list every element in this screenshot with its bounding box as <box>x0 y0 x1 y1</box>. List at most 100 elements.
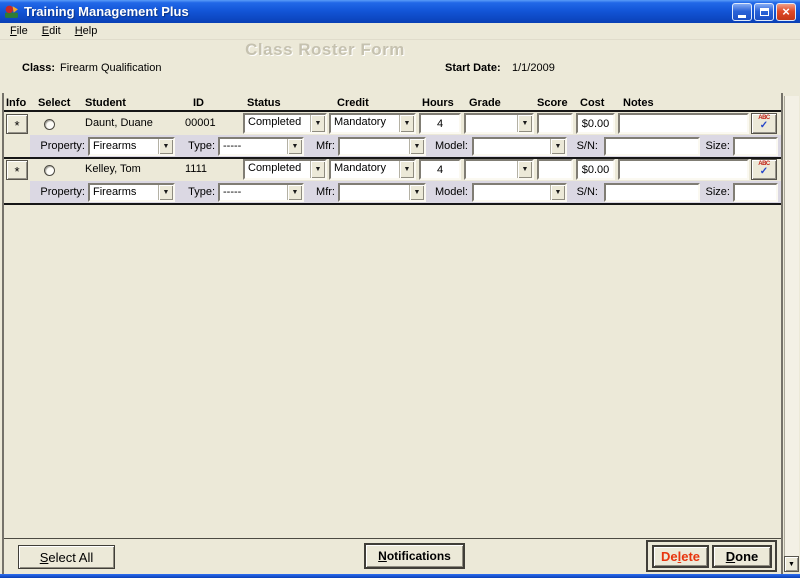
maximize-button[interactable] <box>754 3 774 21</box>
info-button[interactable]: * <box>6 160 28 180</box>
grade-combobox[interactable]: ▼ <box>464 113 534 134</box>
property-value: Firearms <box>90 185 158 200</box>
mfr-combobox[interactable]: ▼ <box>338 183 426 202</box>
model-label: Model: <box>428 140 468 152</box>
model-combobox[interactable]: ▼ <box>472 183 567 202</box>
select-radio[interactable] <box>44 165 55 176</box>
close-icon: × <box>782 4 790 19</box>
window-bottom-border <box>0 574 800 578</box>
form-heading: Class Roster Form <box>225 40 425 60</box>
application-window: Training Management Plus × File Edit Hel… <box>0 0 800 578</box>
spellcheck-button[interactable]: ABC ✓ <box>751 113 777 134</box>
title-bar: Training Management Plus × <box>0 0 800 23</box>
column-header-select: Select <box>38 97 70 109</box>
menu-item-edit[interactable]: Edit <box>35 24 68 38</box>
dropdown-arrow-icon[interactable]: ▼ <box>409 185 424 200</box>
type-value: ----- <box>220 185 287 200</box>
select-radio[interactable] <box>44 119 55 130</box>
type-combobox[interactable]: ----- ▼ <box>218 137 304 156</box>
dropdown-arrow-icon[interactable]: ▼ <box>158 139 173 154</box>
dropdown-arrow-icon[interactable]: ▼ <box>287 185 302 200</box>
score-input[interactable] <box>537 159 573 180</box>
delete-button[interactable]: Delete <box>652 545 709 568</box>
student-name: Kelley, Tom <box>85 163 141 175</box>
notifications-button[interactable]: Notifications <box>364 543 465 569</box>
dropdown-arrow-icon[interactable]: ▼ <box>399 161 414 178</box>
scroll-down-button[interactable]: ▼ <box>784 556 799 572</box>
dropdown-arrow-icon[interactable]: ▼ <box>517 115 532 132</box>
size-input[interactable] <box>733 137 778 156</box>
type-value: ----- <box>220 139 287 154</box>
cost-input[interactable] <box>576 113 615 134</box>
header-separator <box>4 110 781 112</box>
score-input[interactable] <box>537 113 573 134</box>
notes-input[interactable] <box>618 113 749 134</box>
dropdown-arrow-icon[interactable]: ▼ <box>550 139 565 154</box>
property-combobox[interactable]: Firearms ▼ <box>88 137 175 156</box>
notes-input[interactable] <box>618 159 749 180</box>
dropdown-arrow-icon[interactable]: ▼ <box>409 139 424 154</box>
app-icon <box>4 4 19 19</box>
type-label: Type: <box>183 186 215 198</box>
size-label: Size: <box>702 186 730 198</box>
status-combobox[interactable]: Completed ▼ <box>243 159 327 180</box>
dropdown-arrow-icon[interactable]: ▼ <box>310 161 325 178</box>
model-value <box>474 185 550 200</box>
credit-value: Mandatory <box>331 161 399 178</box>
credit-value: Mandatory <box>331 115 399 132</box>
dropdown-arrow-icon[interactable]: ▼ <box>399 115 414 132</box>
scrollbar-track[interactable] <box>784 96 799 556</box>
hours-input[interactable] <box>419 159 461 180</box>
hours-input[interactable] <box>419 113 461 134</box>
property-value: Firearms <box>90 139 158 154</box>
property-combobox[interactable]: Firearms ▼ <box>88 183 175 202</box>
menu-item-help[interactable]: Help <box>68 24 105 38</box>
class-value: Firearm Qualification <box>60 62 161 74</box>
sn-label: S/N: <box>572 140 598 152</box>
checkmark-icon: ✓ <box>760 121 768 131</box>
credit-combobox[interactable]: Mandatory ▼ <box>329 113 416 134</box>
dropdown-arrow-icon[interactable]: ▼ <box>517 161 532 178</box>
type-label: Type: <box>183 140 215 152</box>
mfr-label: Mfr: <box>303 140 335 152</box>
size-input[interactable] <box>733 183 778 202</box>
minimize-icon <box>738 15 746 18</box>
status-combobox[interactable]: Completed ▼ <box>243 113 327 134</box>
model-combobox[interactable]: ▼ <box>472 137 567 156</box>
close-button[interactable]: × <box>776 3 796 21</box>
dropdown-arrow-icon[interactable]: ▼ <box>550 185 565 200</box>
credit-combobox[interactable]: Mandatory ▼ <box>329 159 416 180</box>
start-date-value: 1/1/2009 <box>512 62 555 74</box>
done-button[interactable]: Done <box>712 545 772 568</box>
sn-input[interactable] <box>604 137 700 156</box>
sn-input[interactable] <box>604 183 700 202</box>
maximize-icon <box>760 8 769 16</box>
column-header-cost: Cost <box>580 97 604 109</box>
column-header-id: ID <box>193 97 204 109</box>
dropdown-arrow-icon[interactable]: ▼ <box>287 139 302 154</box>
menu-item-file[interactable]: File <box>3 24 35 38</box>
column-header-student: Student <box>85 97 126 109</box>
select-all-button[interactable]: Select All <box>18 545 115 569</box>
minimize-button[interactable] <box>732 3 752 21</box>
dropdown-arrow-icon[interactable]: ▼ <box>158 185 173 200</box>
type-combobox[interactable]: ----- ▼ <box>218 183 304 202</box>
mfr-value <box>340 139 409 154</box>
grade-combobox[interactable]: ▼ <box>464 159 534 180</box>
window-title: Training Management Plus <box>24 4 730 19</box>
mfr-combobox[interactable]: ▼ <box>338 137 426 156</box>
column-header-hours: Hours <box>422 97 454 109</box>
grade-value <box>466 161 517 178</box>
class-label: Class: <box>22 62 55 74</box>
column-header-score: Score <box>537 97 568 109</box>
dropdown-arrow-icon[interactable]: ▼ <box>310 115 325 132</box>
size-label: Size: <box>702 140 730 152</box>
checkmark-icon: ✓ <box>760 167 768 177</box>
cost-input[interactable] <box>576 159 615 180</box>
spellcheck-button[interactable]: ABC ✓ <box>751 159 777 180</box>
mfr-label: Mfr: <box>303 186 335 198</box>
sn-label: S/N: <box>572 186 598 198</box>
student-name: Daunt, Duane <box>85 117 153 129</box>
status-value: Completed <box>245 161 310 178</box>
info-button[interactable]: * <box>6 114 28 134</box>
